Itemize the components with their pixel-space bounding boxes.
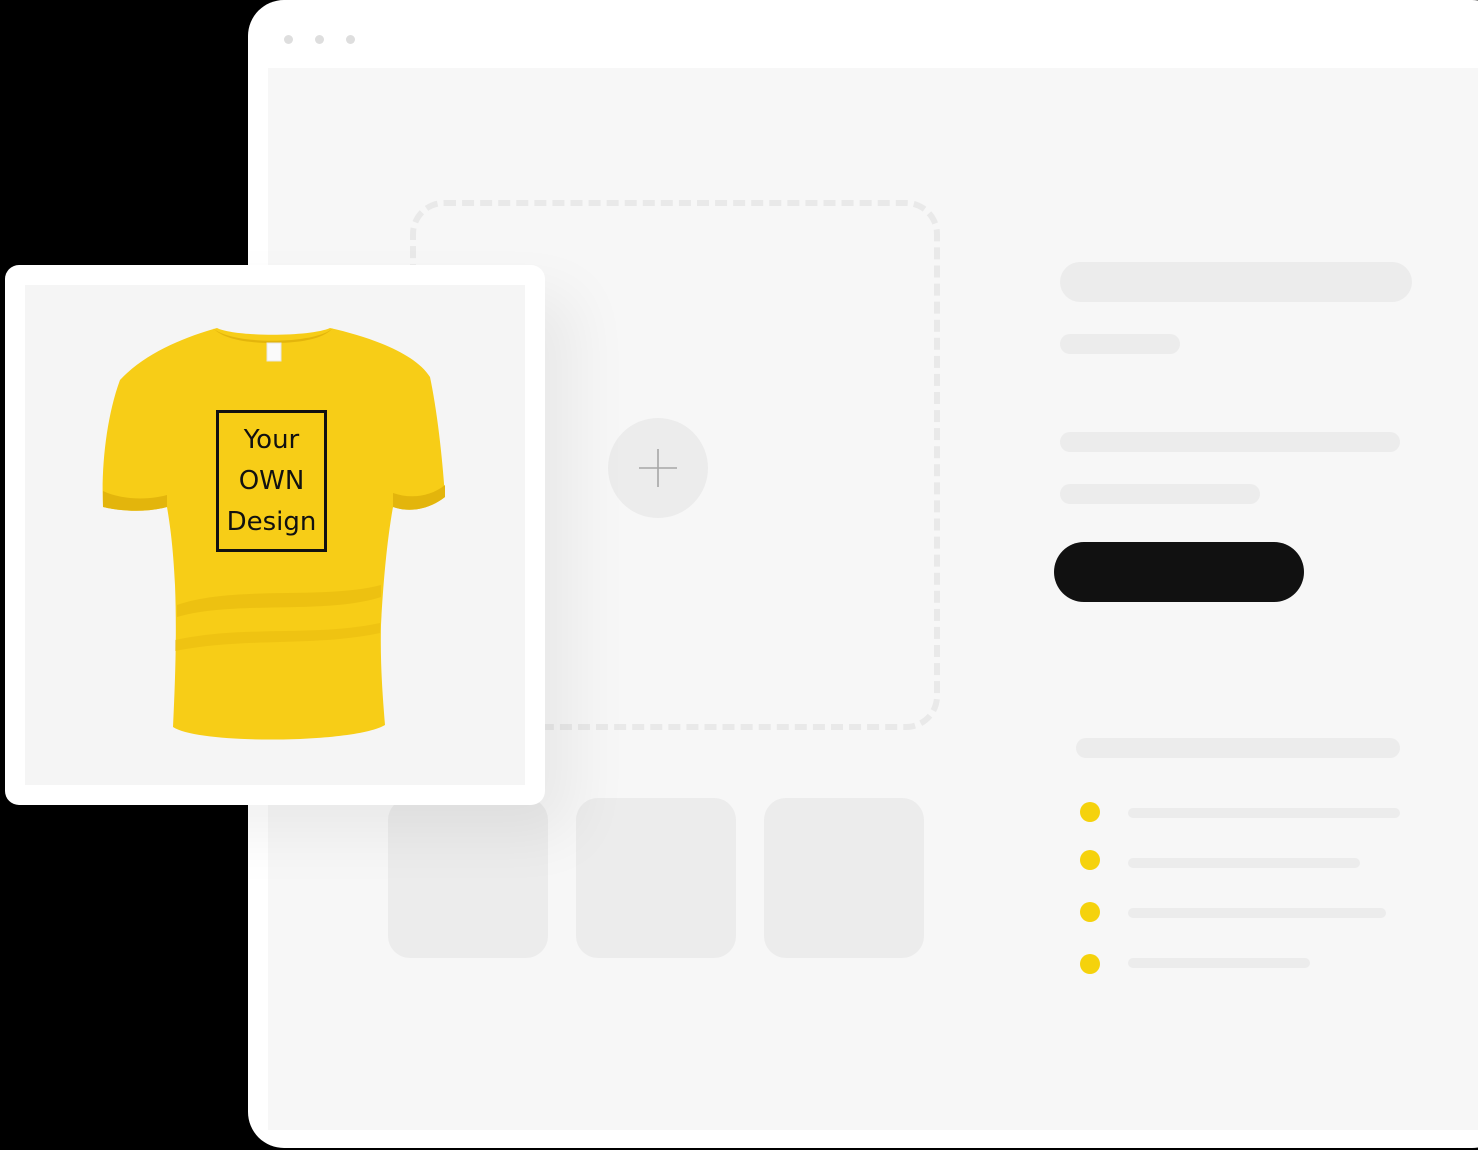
- feature-bullet-icon: [1080, 902, 1100, 922]
- price-placeholder: [1060, 334, 1180, 354]
- window-minimize-dot[interactable]: [315, 35, 324, 44]
- window-close-dot[interactable]: [284, 35, 293, 44]
- plus-icon: [639, 449, 677, 487]
- design-text-line-1: Your: [243, 424, 300, 455]
- thumbnail-slot-3[interactable]: [764, 798, 924, 958]
- features-heading-placeholder: [1076, 738, 1400, 758]
- product-image: Your OWN Design: [25, 285, 525, 785]
- feature-bullet-icon: [1080, 954, 1100, 974]
- option-placeholder-1: [1060, 432, 1400, 452]
- title-placeholder: [1060, 262, 1412, 302]
- feature-bullet-icon: [1080, 802, 1100, 822]
- add-image-button[interactable]: [608, 418, 708, 518]
- feature-line-placeholder: [1128, 958, 1310, 968]
- feature-bullet-icon: [1080, 850, 1100, 870]
- feature-line-placeholder: [1128, 908, 1386, 918]
- design-print-area[interactable]: Your OWN Design: [216, 410, 327, 552]
- option-placeholder-2: [1060, 484, 1260, 504]
- design-text-line-3: Design: [226, 506, 317, 537]
- feature-line-placeholder: [1128, 858, 1360, 868]
- window-controls: [284, 35, 355, 44]
- thumbnail-slot-2[interactable]: [576, 798, 736, 958]
- stage: Your OWN Design: [0, 0, 1478, 1150]
- window-maximize-dot[interactable]: [346, 35, 355, 44]
- feature-line-placeholder: [1128, 808, 1400, 818]
- product-preview-card: Your OWN Design: [5, 265, 545, 805]
- add-to-cart-button[interactable]: [1054, 542, 1304, 602]
- thumbnail-slot-1[interactable]: [388, 798, 548, 958]
- design-text-line-2: OWN: [238, 465, 305, 496]
